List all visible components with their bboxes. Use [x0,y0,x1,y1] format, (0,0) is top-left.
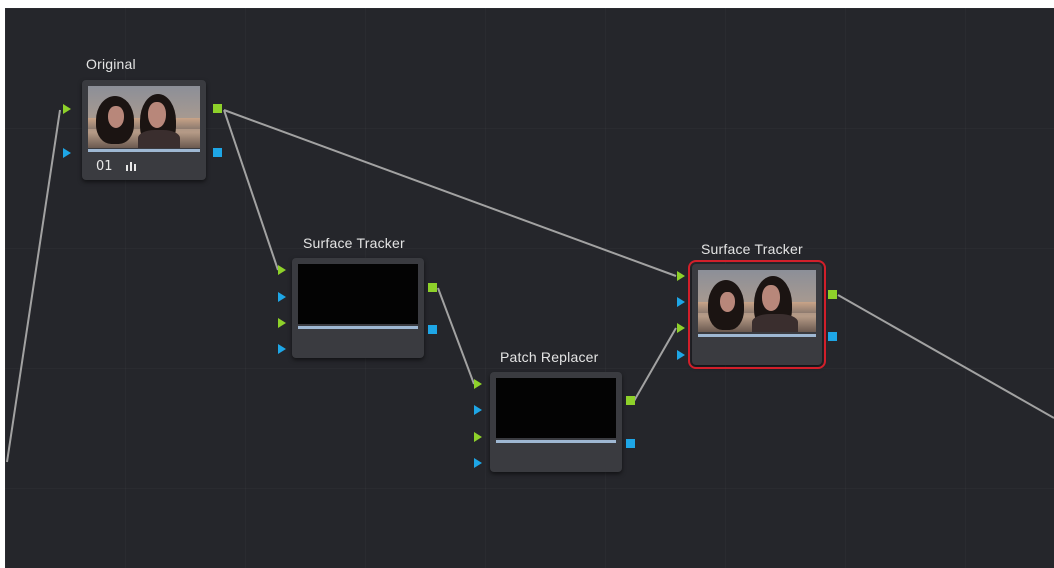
rgb-input-port[interactable] [278,265,286,275]
node-thumbnail-bar [496,440,616,443]
key-input-port-2[interactable] [278,344,286,354]
node-title-surface-tracker-2: Surface Tracker [701,241,803,257]
key-input-port[interactable] [63,148,71,158]
node-thumbnail [88,86,200,148]
node-thumbnail-bar [88,149,200,152]
node-thumbnail [298,264,418,324]
rgb-output-port[interactable] [428,283,437,292]
rgb-input-port[interactable] [474,379,482,389]
key-input-port[interactable] [278,292,286,302]
rgb-output-port[interactable] [213,104,222,113]
rgb-input-port[interactable] [63,104,71,114]
key-output-port[interactable] [626,439,635,448]
node-title-patch-replacer: Patch Replacer [500,349,599,365]
node-title-original: Original [86,56,136,72]
node-thumbnail-bar [298,326,418,329]
rgb-input-port-2[interactable] [677,323,685,333]
key-output-port[interactable] [828,332,837,341]
node-title-surface-tracker-1: Surface Tracker [303,235,405,251]
clip-bars-icon [126,162,138,171]
node-thumbnail [698,270,816,332]
key-input-port-2[interactable] [474,458,482,468]
key-output-port[interactable] [213,148,222,157]
node-patch-replacer[interactable] [490,372,622,472]
rgb-input-port-2[interactable] [474,432,482,442]
node-thumbnail [496,378,616,438]
rgb-input-port[interactable] [677,271,685,281]
node-original[interactable]: 01 [82,80,206,180]
rgb-output-port[interactable] [828,290,837,299]
node-surface-tracker-1[interactable] [292,258,424,358]
node-label: 01 [96,159,113,174]
key-output-port[interactable] [428,325,437,334]
key-input-port[interactable] [677,297,685,307]
key-input-port-2[interactable] [677,350,685,360]
node-surface-tracker-2[interactable] [688,260,826,369]
rgb-input-port-2[interactable] [278,318,286,328]
key-input-port[interactable] [474,405,482,415]
rgb-output-port[interactable] [626,396,635,405]
node-thumbnail-bar [698,334,816,337]
